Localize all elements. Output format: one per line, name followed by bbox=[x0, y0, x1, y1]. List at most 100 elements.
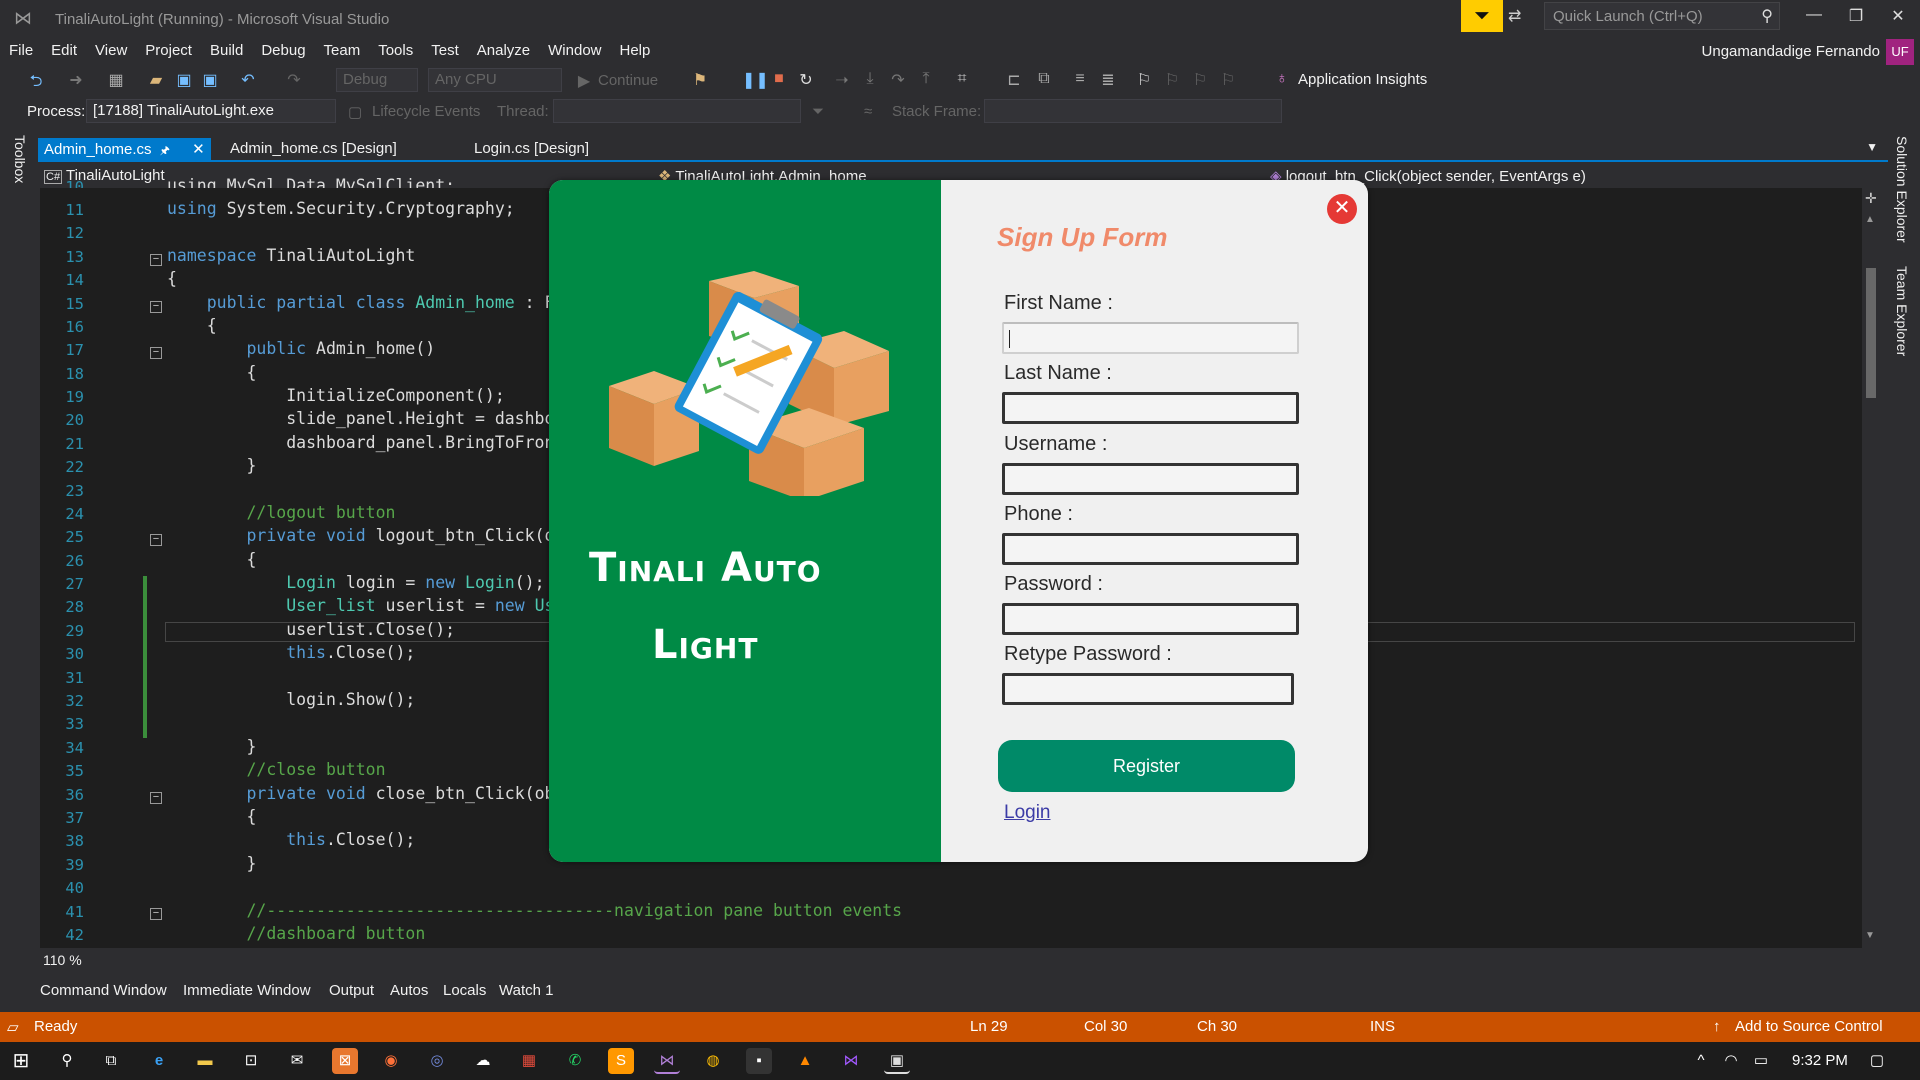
indent-icon[interactable]: ≡ bbox=[1070, 70, 1090, 90]
vs-purple-icon[interactable]: ⋈ bbox=[838, 1048, 864, 1074]
user-name[interactable]: Ungamandadige Fernando bbox=[1702, 43, 1880, 60]
feedback-icon[interactable]: ⇄ bbox=[1508, 6, 1532, 28]
menu-edit[interactable]: Edit bbox=[42, 38, 86, 63]
step-over-icon[interactable]: ↷ bbox=[888, 70, 908, 90]
last-name-input[interactable] bbox=[1002, 392, 1299, 424]
close-tab-icon[interactable]: ✕ bbox=[192, 141, 205, 158]
clock[interactable]: 9:32 PM bbox=[1792, 1052, 1848, 1069]
close-window-button[interactable]: ✕ bbox=[1880, 6, 1916, 30]
start-button-windows-icon[interactable]: ⊞ bbox=[8, 1048, 34, 1074]
jetbrains-icon[interactable]: ▪ bbox=[746, 1048, 772, 1074]
toolbox-tab[interactable]: Toolbox bbox=[6, 135, 28, 195]
first-name-input[interactable] bbox=[1002, 322, 1299, 354]
tree-icon[interactable]: ⊏ bbox=[1004, 70, 1024, 90]
scroll-up-icon[interactable]: ▲ bbox=[1865, 214, 1875, 225]
save-icon[interactable]: ▣ bbox=[174, 70, 194, 90]
menu-team[interactable]: Team bbox=[315, 38, 370, 63]
collapse-toggle[interactable]: − bbox=[150, 301, 162, 313]
restart-icon[interactable]: ↻ bbox=[796, 70, 816, 90]
open-folder-icon[interactable]: ▰ bbox=[146, 70, 166, 90]
menu-view[interactable]: View bbox=[86, 38, 136, 63]
office-icon[interactable]: ▦ bbox=[516, 1048, 542, 1074]
collapse-toggle[interactable]: − bbox=[150, 347, 162, 359]
menu-window[interactable]: Window bbox=[539, 38, 610, 63]
split-icon[interactable]: ✛ bbox=[1865, 190, 1877, 207]
tab-output[interactable]: Output bbox=[329, 982, 374, 999]
visual-studio-icon[interactable]: ⋈ bbox=[654, 1048, 680, 1074]
tab-login-design[interactable]: Login.cs [Design] bbox=[468, 138, 628, 160]
cloud-icon[interactable]: ☁ bbox=[470, 1048, 496, 1074]
forward-icon[interactable]: ➜ bbox=[66, 70, 86, 90]
tab-overflow-icon[interactable]: ▼ bbox=[1866, 140, 1878, 154]
collapse-toggle[interactable]: − bbox=[150, 792, 162, 804]
lifecycle-events-button[interactable]: Lifecycle Events bbox=[372, 103, 480, 120]
process-icon[interactable]: ⚑ bbox=[690, 70, 710, 90]
store-icon[interactable]: ⊡ bbox=[238, 1048, 264, 1074]
add-to-source-control-button[interactable]: Add to Source Control bbox=[1735, 1018, 1883, 1035]
platform-select[interactable]: Any CPU bbox=[428, 68, 562, 92]
tab-watch-1[interactable]: Watch 1 bbox=[499, 982, 553, 999]
tab-admin-home-design[interactable]: Admin_home.cs [Design] bbox=[224, 138, 424, 160]
tab-command-window[interactable]: Command Window bbox=[40, 982, 167, 999]
notification-center-icon[interactable]: ▢ bbox=[1864, 1048, 1890, 1074]
menu-debug[interactable]: Debug bbox=[252, 38, 314, 63]
vlc-icon[interactable]: ▲ bbox=[792, 1048, 818, 1074]
firefox-icon[interactable]: ◉ bbox=[378, 1048, 404, 1074]
menu-tools[interactable]: Tools bbox=[369, 38, 422, 63]
notification-filter-icon[interactable]: ⏷ bbox=[1461, 0, 1503, 32]
menu-help[interactable]: Help bbox=[611, 38, 660, 63]
vertical-scrollbar[interactable]: ✛ ▲ ▼ bbox=[1862, 188, 1880, 948]
redo-icon[interactable]: ↷ bbox=[284, 70, 304, 90]
menu-project[interactable]: Project bbox=[136, 38, 201, 63]
battery-icon[interactable]: ▭ bbox=[1748, 1048, 1774, 1074]
pin-icon[interactable]: 🖈 bbox=[160, 145, 170, 157]
collapse-toggle[interactable]: − bbox=[150, 254, 162, 266]
register-button[interactable]: Register bbox=[998, 740, 1295, 792]
application-insights-button[interactable]: Application Insights bbox=[1298, 71, 1427, 88]
copy-icon[interactable]: ⧉ bbox=[1034, 70, 1054, 90]
menu-test[interactable]: Test bbox=[422, 38, 468, 63]
menu-file[interactable]: File bbox=[0, 38, 42, 63]
continue-button[interactable]: Continue bbox=[598, 72, 658, 89]
new-project-icon[interactable]: ▦ bbox=[106, 70, 126, 90]
edge-icon[interactable]: e bbox=[146, 1048, 172, 1074]
app-icon[interactable]: ⊠ bbox=[332, 1048, 358, 1074]
tab-locals[interactable]: Locals bbox=[443, 982, 486, 999]
collapse-toggle[interactable]: − bbox=[150, 534, 162, 546]
phone-input[interactable] bbox=[1002, 533, 1299, 565]
user-avatar[interactable]: UF bbox=[1886, 39, 1914, 65]
zoom-level[interactable]: 110 % bbox=[43, 952, 82, 968]
step-out-icon[interactable]: ⤒ bbox=[916, 70, 936, 90]
sublime-icon[interactable]: S bbox=[608, 1048, 634, 1074]
tab-immediate-window[interactable]: Immediate Window bbox=[183, 982, 311, 999]
restore-button[interactable]: ❐ bbox=[1838, 6, 1874, 30]
undo-icon[interactable]: ↶ bbox=[238, 70, 258, 90]
login-link[interactable]: Login bbox=[1004, 802, 1051, 824]
pause-icon[interactable]: ❚❚ bbox=[742, 70, 769, 90]
collapse-toggle[interactable]: − bbox=[150, 908, 162, 920]
back-icon[interactable]: ⮌ bbox=[26, 70, 46, 90]
team-explorer-tab[interactable]: Team Explorer bbox=[1894, 266, 1910, 356]
scroll-down-icon[interactable]: ▼ bbox=[1865, 930, 1875, 941]
show-next-statement-icon[interactable]: ➝ bbox=[832, 70, 852, 90]
configuration-select[interactable]: Debug bbox=[336, 68, 418, 92]
solution-explorer-tab[interactable]: Solution Explorer bbox=[1894, 136, 1910, 243]
menu-analyze[interactable]: Analyze bbox=[468, 38, 539, 63]
wifi-icon[interactable]: ◠ bbox=[1718, 1048, 1744, 1074]
stop-icon[interactable]: ■ bbox=[769, 70, 789, 90]
filter-icon[interactable]: ⏷ bbox=[812, 103, 824, 120]
process-select[interactable]: [17188] TinaliAutoLight.exe bbox=[86, 99, 336, 123]
tray-chevron-icon[interactable]: ^ bbox=[1688, 1048, 1714, 1074]
prev-bookmark-icon[interactable]: ⚐ bbox=[1162, 70, 1182, 90]
step-into-icon[interactable]: ⤓ bbox=[860, 70, 880, 90]
tab-autos[interactable]: Autos bbox=[390, 982, 428, 999]
tab-admin-home-cs[interactable]: Admin_home.cs 🖈 ✕ bbox=[38, 138, 211, 160]
chrome-icon[interactable]: ◍ bbox=[700, 1048, 726, 1074]
task-view-icon[interactable]: ⧉ bbox=[98, 1048, 124, 1074]
minimize-button[interactable]: — bbox=[1796, 6, 1832, 30]
close-dialog-icon[interactable]: ✕ bbox=[1327, 194, 1357, 224]
menu-build[interactable]: Build bbox=[201, 38, 252, 63]
search-icon[interactable]: ⚲ bbox=[54, 1048, 80, 1074]
hex-icon[interactable]: ⌗ bbox=[952, 70, 972, 90]
username-input[interactable] bbox=[1002, 463, 1299, 495]
